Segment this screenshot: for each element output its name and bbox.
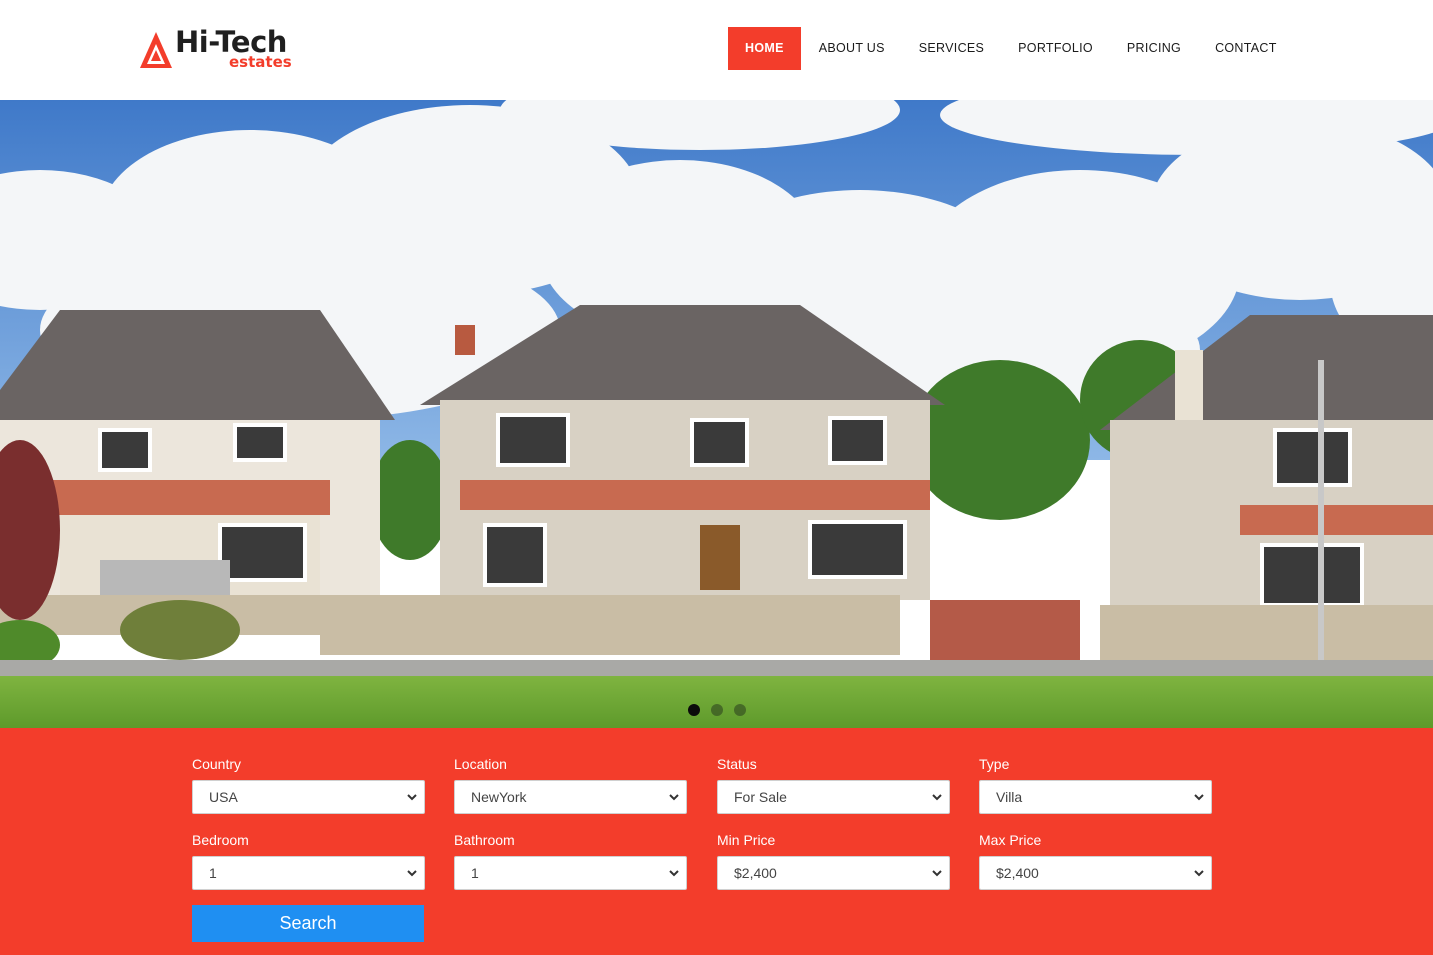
site-header: Hi-Tech estates HOME ABOUT US SERVICES P… [0, 0, 1433, 100]
chevron-down-icon [932, 794, 942, 801]
chevron-down-icon [407, 794, 417, 801]
nav-services[interactable]: SERVICES [919, 27, 984, 70]
bedroom-field: Bedroom 1 [192, 832, 425, 890]
brand-sub: estates [229, 53, 292, 71]
nav-pricing[interactable]: PRICING [1127, 27, 1181, 70]
country-label: Country [192, 756, 242, 772]
max-price-select[interactable]: $2,400 [979, 856, 1212, 890]
triangle-logo-icon [140, 32, 172, 68]
slider-dots [0, 704, 1433, 720]
bedroom-select[interactable]: 1 [192, 856, 425, 890]
min-price-label: Min Price [717, 832, 776, 848]
hero-houses-image [0, 100, 1433, 728]
location-field: Location NewYork [454, 756, 687, 814]
chevron-down-icon [1194, 794, 1204, 801]
nav-contact[interactable]: CONTACT [1215, 27, 1277, 70]
chevron-down-icon [669, 794, 679, 801]
main-nav: HOME ABOUT US SERVICES PORTFOLIO PRICING… [728, 27, 1277, 70]
nav-about-us[interactable]: ABOUT US [819, 27, 885, 70]
max-price-label: Max Price [979, 832, 1042, 848]
nav-home[interactable]: HOME [728, 27, 801, 70]
property-search-panel: Country USA Location NewYork Status For … [0, 728, 1433, 955]
status-select[interactable]: For Sale [717, 780, 950, 814]
type-select[interactable]: Villa [979, 780, 1212, 814]
chevron-down-icon [932, 870, 942, 877]
nav-portfolio[interactable]: PORTFOLIO [1018, 27, 1093, 70]
bathroom-value: 1 [471, 865, 479, 881]
country-field: Country USA [192, 756, 425, 814]
bathroom-field: Bathroom 1 [454, 832, 687, 890]
location-value: NewYork [471, 789, 527, 805]
status-label: Status [717, 756, 757, 772]
bedroom-value: 1 [209, 865, 217, 881]
search-button[interactable]: Search [192, 905, 424, 942]
country-value: USA [209, 789, 238, 805]
chevron-down-icon [407, 870, 417, 877]
chevron-down-icon [1194, 870, 1204, 877]
bathroom-select[interactable]: 1 [454, 856, 687, 890]
slider-dot-1[interactable] [687, 704, 700, 716]
brand-logo[interactable]: Hi-Tech estates [139, 25, 309, 73]
max-price-field: Max Price $2,400 [979, 832, 1212, 890]
bathroom-label: Bathroom [454, 832, 515, 848]
max-price-value: $2,400 [996, 865, 1039, 881]
hero-slider [0, 100, 1433, 728]
status-value: For Sale [734, 789, 787, 805]
country-select[interactable]: USA [192, 780, 425, 814]
min-price-field: Min Price $2,400 [717, 832, 950, 890]
slider-dot-2[interactable] [710, 704, 723, 716]
location-label: Location [454, 756, 507, 772]
type-field: Type Villa [979, 756, 1212, 814]
min-price-value: $2,400 [734, 865, 777, 881]
chevron-down-icon [669, 870, 679, 877]
min-price-select[interactable]: $2,400 [717, 856, 950, 890]
type-value: Villa [996, 789, 1023, 805]
status-field: Status For Sale [717, 756, 950, 814]
type-label: Type [979, 756, 1010, 772]
location-select[interactable]: NewYork [454, 780, 687, 814]
slider-dot-3[interactable] [733, 704, 746, 716]
bedroom-label: Bedroom [192, 832, 249, 848]
